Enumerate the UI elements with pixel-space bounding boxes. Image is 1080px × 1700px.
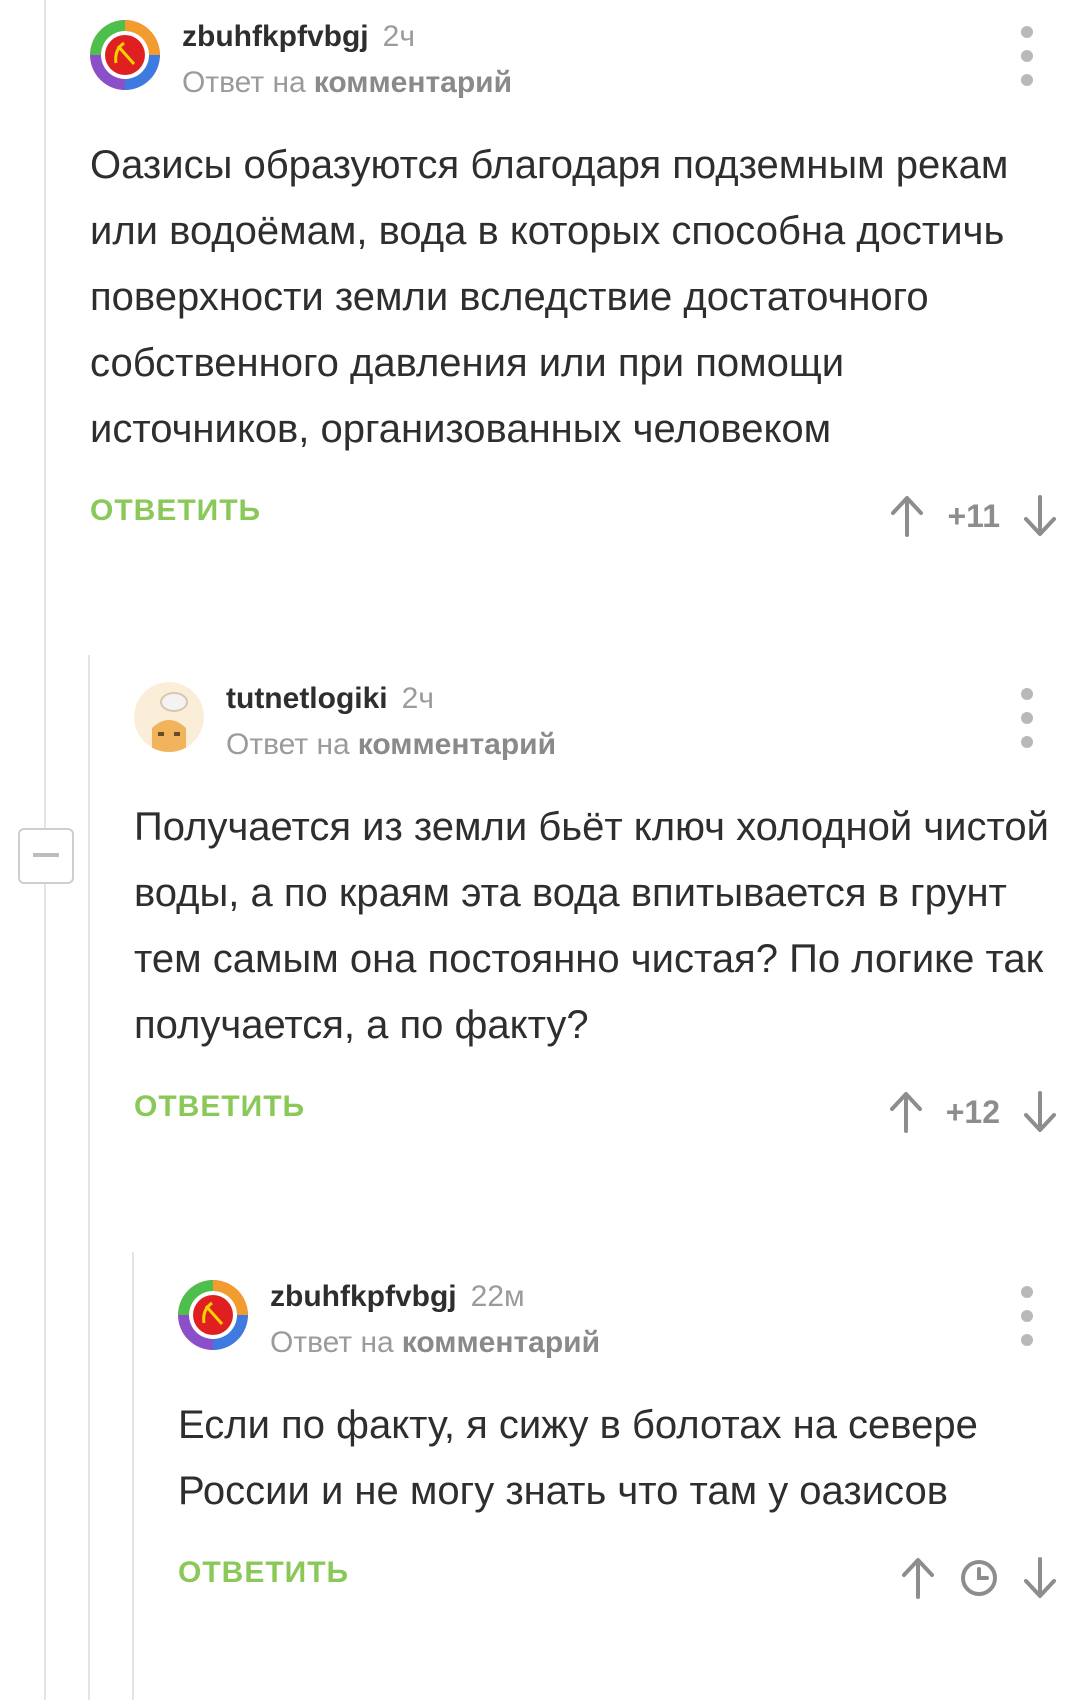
- downvote-arrow-icon[interactable]: [1020, 1089, 1060, 1135]
- username[interactable]: tutnetlogiki 2ч: [226, 682, 434, 716]
- avatar[interactable]: [134, 682, 204, 752]
- reply-to-link[interactable]: комментарий: [358, 728, 556, 761]
- comment-header: tutnetlogiki 2ч Ответ на комментарий: [134, 662, 1060, 762]
- hammer-sickle-rainbow-icon: [90, 20, 160, 90]
- reply-to-label: Ответ на комментарий: [226, 728, 557, 761]
- reply-to-link[interactable]: комментарий: [314, 66, 512, 99]
- vote-controls: [898, 1538, 1060, 1618]
- rating-value: +11: [947, 497, 1000, 534]
- collapse-thread-button[interactable]: [18, 828, 74, 884]
- rating-value: +12: [945, 1093, 1000, 1130]
- thread-line-level-3: [132, 1252, 134, 1700]
- comment: zbuhfkpfvbgj 2ч Ответ на комментарий Оазис…: [90, 0, 1060, 556]
- more-options-icon[interactable]: [1012, 1286, 1042, 1346]
- reply-to-label: Ответ на комментарий: [182, 66, 513, 99]
- username[interactable]: zbuhfkpfvbgj 22м: [270, 1280, 525, 1314]
- vote-controls: +12: [886, 1072, 1060, 1152]
- thread-line-level-2: [88, 655, 90, 1700]
- more-options-icon[interactable]: [1012, 688, 1042, 748]
- upvote-arrow-icon[interactable]: [898, 1555, 938, 1601]
- comment-actions: ОТВЕТИТЬ +12: [134, 1072, 1060, 1152]
- reply-to-link[interactable]: комментарий: [402, 1326, 600, 1359]
- comment-actions: ОТВЕТИТЬ: [178, 1538, 1060, 1618]
- timestamp: 2ч: [382, 20, 415, 53]
- avatar[interactable]: [178, 1280, 248, 1350]
- reply-button[interactable]: ОТВЕТИТЬ: [90, 494, 261, 528]
- comment-text: Получается из земли бьёт ключ холодной ч…: [134, 805, 1049, 1047]
- more-options-icon[interactable]: [1012, 26, 1042, 86]
- timestamp: 22м: [470, 1280, 525, 1313]
- avatar[interactable]: [90, 20, 160, 90]
- upvote-arrow-icon[interactable]: [887, 493, 927, 539]
- comment: tutnetlogiki 2ч Ответ на комментарий Получ…: [134, 662, 1060, 1152]
- reply-button[interactable]: ОТВЕТИТЬ: [134, 1090, 305, 1124]
- peeking-face-icon: [134, 682, 204, 752]
- comment-header: zbuhfkpfvbgj 22м Ответ на комментарий: [178, 1260, 1060, 1360]
- upvote-arrow-icon[interactable]: [886, 1089, 926, 1135]
- hammer-sickle-rainbow-icon: [178, 1280, 248, 1350]
- comment: zbuhfkpfvbgj 22м Ответ на комментарий Если…: [178, 1260, 1060, 1618]
- username[interactable]: zbuhfkpfvbgj 2ч: [182, 20, 415, 54]
- timestamp: 2ч: [401, 682, 434, 715]
- comment-header: zbuhfkpfvbgj 2ч Ответ на комментарий: [90, 0, 1060, 100]
- reply-button[interactable]: ОТВЕТИТЬ: [178, 1556, 349, 1590]
- downvote-arrow-icon[interactable]: [1020, 1555, 1060, 1601]
- downvote-arrow-icon[interactable]: [1020, 493, 1060, 539]
- vote-controls: +11: [887, 476, 1060, 556]
- comment-actions: ОТВЕТИТЬ +11: [90, 476, 1060, 556]
- clock-icon: [961, 1560, 997, 1596]
- minus-icon: [33, 853, 59, 857]
- reply-to-label: Ответ на комментарий: [270, 1326, 601, 1359]
- comment-text: Оазисы образуются благодаря подземным ре…: [90, 143, 1009, 451]
- comment-text: Если по факту, я сижу в болотах на север…: [178, 1403, 978, 1513]
